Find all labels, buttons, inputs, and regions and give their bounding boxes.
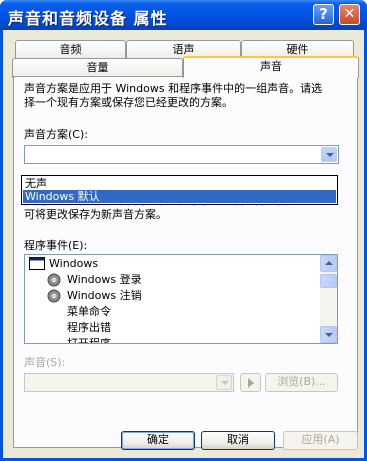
scheme-option-silent[interactable]: 无声: [23, 177, 336, 190]
list-item[interactable]: 打开程序: [67, 336, 111, 343]
scheme-dropdown-list[interactable]: 无声 Windows 默认: [21, 175, 338, 205]
close-button[interactable]: ✕: [339, 4, 360, 25]
scroll-down-icon[interactable]: [320, 326, 337, 343]
tab-audio[interactable]: 音频: [15, 40, 126, 60]
scheme-option-windows-default[interactable]: Windows 默认: [23, 190, 336, 203]
scroll-up-icon[interactable]: [320, 255, 337, 272]
ok-button[interactable]: 确定: [121, 431, 195, 450]
speaker-icon: [47, 273, 61, 287]
help-button[interactable]: ?: [313, 4, 334, 25]
scheme-combobox[interactable]: [24, 145, 339, 164]
tab-volume[interactable]: 音量: [12, 58, 183, 78]
list-item-label: Windows 注销: [67, 289, 142, 302]
list-item[interactable]: 程序出错: [67, 320, 111, 336]
window-title: 声音和音频设备 属性: [8, 9, 168, 28]
chevron-down-icon[interactable]: [321, 147, 337, 162]
windows-icon: [29, 257, 45, 270]
scheme-description-line2: 择一个现有方案或保存您已经更改的方案。: [24, 96, 233, 109]
scheme-label: 声音方案(C):: [24, 128, 88, 141]
tab-sounds[interactable]: 声音: [183, 56, 359, 78]
sound-combobox[interactable]: [24, 373, 234, 392]
title-bar[interactable]: 声音和音频设备 属性 ? ✕: [0, 0, 367, 30]
scheme-description: 声音方案是应用于 Windows 和程序事件中的一组声音。请选 择一个现有方案或…: [24, 82, 322, 110]
play-icon[interactable]: [240, 373, 261, 392]
speaker-icon: [47, 289, 61, 303]
chevron-down-icon[interactable]: [216, 375, 232, 390]
list-item[interactable]: 菜单命令: [67, 304, 111, 320]
list-item-label: Windows 登录: [67, 273, 142, 286]
events-label: 程序事件(E):: [24, 239, 88, 252]
browse-button[interactable]: 浏览(B)...: [265, 373, 338, 392]
cancel-button[interactable]: 取消: [201, 431, 275, 450]
apply-button[interactable]: 应用(A): [283, 431, 358, 450]
list-item-label: Windows: [49, 257, 99, 270]
scheme-description-line1: 声音方案是应用于 Windows 和程序事件中的一组声音。请选: [24, 82, 323, 95]
dialog-window: 声音和音频设备 属性 ? ✕ 音频 语声 硬件 音量 声音 声音方案是应用于 W…: [0, 0, 367, 461]
event-instructions-line2: 可将更改保存为新声音方案。: [24, 208, 167, 221]
scroll-thumb[interactable]: [320, 274, 337, 288]
sound-label: 声音(S):: [24, 356, 66, 369]
events-scrollbar[interactable]: [320, 255, 337, 343]
program-events-list[interactable]: Windows Windows 登录 Windows 注销 菜单命令 程序出错 …: [24, 254, 338, 344]
